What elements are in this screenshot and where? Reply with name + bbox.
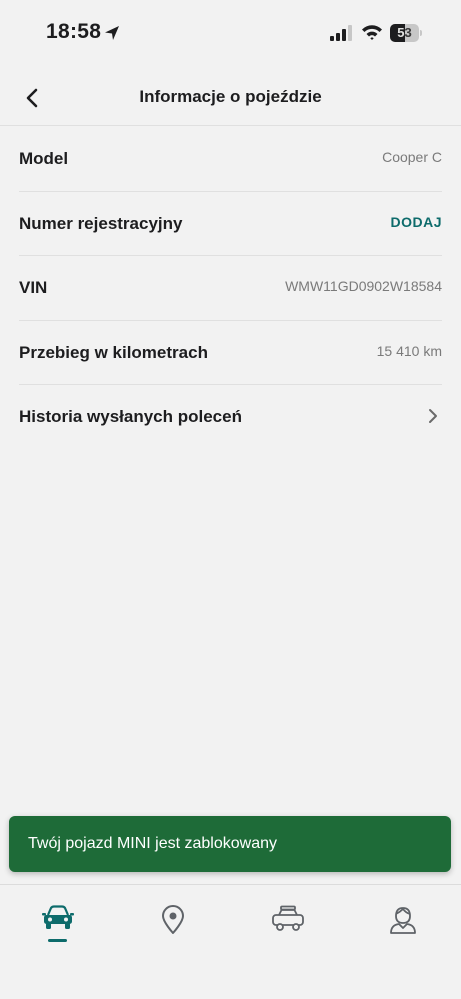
vehicle-info-list: Model Cooper C Numer rejestracyjny DODAJ… — [0, 127, 461, 450]
car-front-icon — [41, 905, 74, 929]
battery-cap — [420, 30, 422, 36]
wifi-icon — [362, 25, 382, 40]
row-value: 15 410 km — [376, 342, 442, 359]
chevron-right-icon — [429, 409, 437, 423]
active-tab-indicator — [48, 939, 67, 942]
row-label: Model — [19, 149, 69, 168]
status-time: 18:58 — [46, 20, 102, 43]
row-registration-number: Numer rejestracyjny DODAJ — [19, 192, 442, 256]
tab-map[interactable] — [115, 885, 230, 955]
row-value: WMW11GD0902W18584 — [285, 278, 442, 294]
row-label: VIN — [19, 278, 48, 297]
row-label: Numer rejestracyjny — [19, 213, 183, 233]
cellular-signal-icon — [330, 25, 352, 41]
row-model: Model Cooper C — [19, 127, 442, 192]
location-arrow-icon — [105, 26, 119, 40]
screen: 18:58 53 Informacje o pojeździe Model Co… — [0, 0, 461, 999]
row-label: Historia wysłanych poleceń — [19, 407, 242, 426]
status-bar: 18:58 53 — [0, 0, 461, 64]
battery-indicator: 53 — [390, 24, 422, 42]
bottom-tab-bar — [0, 884, 461, 999]
lock-status-toast: Twój pojazd MINI jest zablokowany — [9, 816, 451, 872]
toast-message: Twój pojazd MINI jest zablokowany — [28, 835, 277, 852]
map-pin-icon — [161, 905, 184, 934]
row-vin: VIN WMW11GD0902W18584 — [19, 256, 442, 321]
battery-percent: 53 — [397, 25, 412, 40]
nav-header: Informacje o pojeździe — [0, 64, 461, 126]
row-command-history[interactable]: Historia wysłanych poleceń — [19, 385, 442, 450]
row-mileage: Przebieg w kilometrach 15 410 km — [19, 321, 442, 385]
car-side-icon — [271, 905, 304, 931]
page-title: Informacje o pojeździe — [139, 87, 322, 106]
add-registration-button[interactable]: DODAJ — [390, 214, 442, 230]
row-value: Cooper C — [382, 149, 442, 165]
tab-profile[interactable] — [345, 885, 460, 955]
profile-icon — [389, 907, 416, 934]
tab-services[interactable] — [230, 885, 345, 955]
battery-body: 53 — [390, 24, 419, 42]
row-label: Przebieg w kilometrach — [19, 342, 208, 362]
tab-vehicle[interactable] — [0, 885, 115, 955]
